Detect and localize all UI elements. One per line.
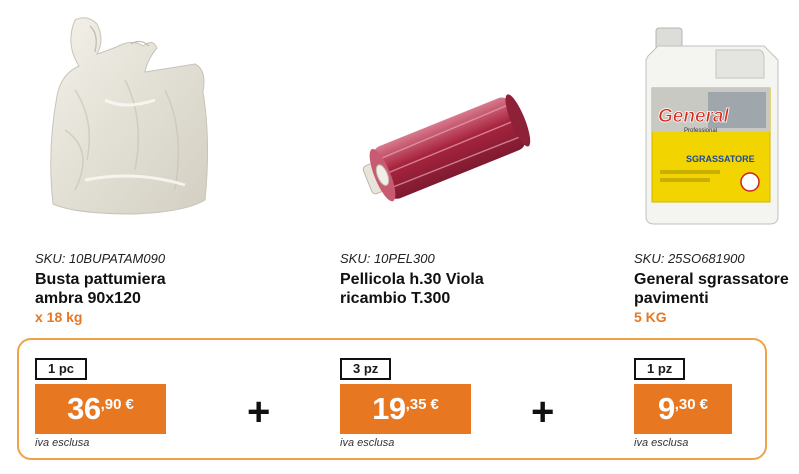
price-decimal: ,35 [405, 395, 427, 413]
price-integer: 36 [67, 391, 101, 426]
sku-label: SKU: 10BUPATAM090 [35, 251, 166, 266]
vat-note: iva esclusa [340, 437, 395, 449]
unit-badge: 3 pz [340, 358, 392, 380]
unit-badge: 1 pz [634, 358, 686, 380]
product-name-line-2[interactable]: ambra 90x120 [35, 289, 265, 308]
price-tag[interactable]: 36 ,90 € [35, 384, 166, 434]
product-name-line-2[interactable]: ricambio T.300 [340, 289, 570, 308]
offer-3: 1 pz 9 ,30 € iva esclusa [634, 358, 799, 449]
product-name-line-2[interactable]: pavimenti [634, 289, 799, 308]
vat-note: iva esclusa [634, 437, 689, 449]
trash-bag-image[interactable] [35, 0, 265, 235]
stretch-film-roll-image[interactable] [340, 0, 570, 235]
product-meta-2: SKU: 10PEL300 Pellicola h.30 Viola ricam… [340, 251, 570, 308]
currency-symbol: € [699, 395, 708, 413]
product-name-line-1[interactable]: General sgrassatore [634, 270, 799, 289]
price-decimal: ,30 [674, 395, 696, 413]
currency-symbol: € [125, 395, 134, 413]
offer-1: 1 pc 36 ,90 € iva esclusa [35, 358, 265, 449]
product-meta-1: SKU: 10BUPATAM090 Busta pattumiera ambra… [35, 251, 265, 325]
canister-label-text: SGRASSATORE [686, 154, 755, 164]
plus-icon: + [531, 390, 555, 434]
price-integer: 9 [658, 391, 675, 426]
detergent-canister-image[interactable]: General Professional SGRASSATORE [634, 0, 799, 235]
product-quantity: 5 KG [634, 309, 667, 325]
product-name-line-1[interactable]: Pellicola h.30 Viola [340, 270, 570, 289]
vat-note: iva esclusa [35, 437, 90, 449]
bundle-offer-box: 1 pc 36 ,90 € iva esclusa + 3 pz 19 ,35 … [17, 338, 767, 460]
sku-label: SKU: 10PEL300 [340, 251, 435, 266]
product-quantity: x 18 kg [35, 309, 83, 325]
price-integer: 19 [372, 391, 406, 426]
canister-brand-text: General [658, 106, 729, 127]
sku-label: SKU: 25SO681900 [634, 251, 745, 266]
plus-icon: + [247, 390, 271, 434]
canister-sub-text: Professional [684, 128, 717, 134]
currency-symbol: € [430, 395, 439, 413]
product-meta-3: SKU: 25SO681900 General sgrassatore pavi… [634, 251, 799, 325]
product-name-line-1[interactable]: Busta pattumiera [35, 270, 265, 289]
unit-badge: 1 pc [35, 358, 88, 380]
price-tag[interactable]: 9 ,30 € [634, 384, 732, 434]
price-decimal: ,90 [100, 395, 122, 413]
price-tag[interactable]: 19 ,35 € [340, 384, 471, 434]
